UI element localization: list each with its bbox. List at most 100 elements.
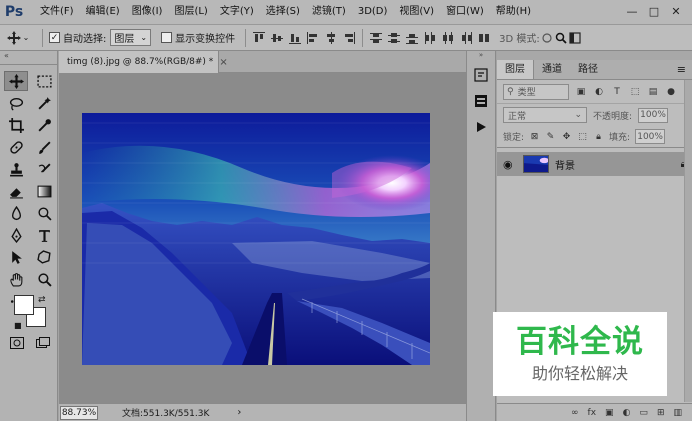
menu-help[interactable]: 帮助(H) — [490, 0, 537, 24]
folder-icon[interactable]: ▭ — [639, 408, 648, 418]
layer-row-background[interactable]: ◉ 背景 🔒︎ — [497, 152, 692, 176]
shape-tool[interactable] — [32, 247, 56, 267]
distribute-top-icon[interactable] — [369, 31, 383, 45]
menu-select[interactable]: 选择(S) — [260, 0, 306, 24]
trash-icon[interactable]: ▥ — [673, 408, 682, 418]
menu-file[interactable]: 文件(F) — [34, 0, 80, 24]
minimize-button[interactable]: — — [622, 3, 642, 19]
quick-mask-icon[interactable] — [10, 337, 24, 349]
search-icon[interactable] — [554, 31, 568, 45]
layer-filter-value: 类型 — [517, 88, 536, 98]
zoom-level-field[interactable]: 88.73% — [60, 405, 98, 420]
close-icon[interactable]: × — [219, 57, 227, 68]
dock-collapse[interactable]: » — [467, 51, 495, 60]
align-top-icon[interactable] — [252, 31, 266, 45]
type-tool[interactable] — [32, 225, 56, 245]
tab-layers[interactable]: 图层 — [497, 60, 534, 79]
menu-edit[interactable]: 编辑(E) — [80, 0, 126, 24]
crop-tool[interactable] — [4, 115, 28, 135]
eye-icon[interactable]: ◉ — [503, 158, 517, 171]
link-icon[interactable]: ∞ — [571, 408, 579, 418]
filter-type-icon[interactable]: T — [611, 86, 623, 98]
align-left-icon[interactable] — [306, 31, 320, 45]
layer-filter-dropdown[interactable]: ⚲ 类型 — [503, 83, 569, 100]
toolbox-collapse[interactable]: « — [0, 51, 57, 65]
auto-align-icon[interactable] — [477, 31, 491, 45]
filter-smart-icon[interactable]: ▤ — [647, 86, 659, 98]
opacity-field[interactable]: 100% — [638, 107, 669, 123]
gradient-tool[interactable] — [32, 181, 56, 201]
move-tool[interactable] — [4, 71, 28, 91]
tab-channels[interactable]: 通道 — [534, 60, 570, 79]
lock-position-icon[interactable]: ✥ — [561, 131, 572, 142]
watermark: 百科全说 助你轻松解决 — [493, 312, 667, 396]
filter-toggle-icon[interactable]: ● — [665, 86, 677, 98]
close-button[interactable]: ✕ — [666, 3, 686, 19]
distribute-hcenter-icon[interactable] — [441, 31, 455, 45]
menu-view[interactable]: 视图(V) — [393, 0, 440, 24]
dodge-tool[interactable] — [32, 203, 56, 223]
blend-mode-dropdown[interactable]: 正常 ⌄ — [503, 107, 587, 123]
filter-pixel-icon[interactable]: ▣ — [575, 86, 587, 98]
eyedropper-tool[interactable] — [32, 115, 56, 135]
quick-select-tool[interactable] — [32, 93, 56, 113]
tool-preset-picker[interactable]: ⌄ — [0, 30, 36, 45]
adjustment-icon[interactable]: ◐ — [623, 408, 631, 418]
lasso-tool[interactable] — [4, 93, 28, 113]
show-transform-checkbox[interactable] — [161, 32, 173, 43]
new-layer-icon[interactable]: ⊞ — [657, 408, 665, 418]
auto-select-dropdown[interactable]: 图层 ⌄ — [110, 29, 152, 46]
align-bottom-icon[interactable] — [288, 31, 302, 45]
3d-rotate-icon[interactable] — [540, 31, 554, 45]
workspace-icon[interactable] — [568, 31, 582, 45]
lock-pixels-icon[interactable]: ✎ — [545, 131, 556, 142]
menu-type[interactable]: 文字(Y) — [214, 0, 260, 24]
filter-shape-icon[interactable]: ⬚ — [629, 86, 641, 98]
healing-brush-tool[interactable] — [4, 137, 28, 157]
menu-3d[interactable]: 3D(D) — [352, 0, 394, 24]
lock-all-icon[interactable]: 🔒︎ — [593, 131, 604, 142]
layers-scrollbar[interactable] — [684, 80, 692, 402]
menu-filter[interactable]: 滤镜(T) — [306, 0, 352, 24]
align-right-icon[interactable] — [342, 31, 356, 45]
mask-icon[interactable]: ▣ — [605, 408, 614, 418]
align-hcenter-icon[interactable] — [324, 31, 338, 45]
hand-tool[interactable] — [4, 269, 28, 289]
menu-image[interactable]: 图像(I) — [126, 0, 169, 24]
default-colors-icon[interactable]: ■ — [14, 321, 22, 330]
play-actions-icon[interactable] — [467, 116, 495, 138]
lock-transparent-icon[interactable]: ⊠ — [529, 131, 540, 142]
eraser-tool[interactable] — [4, 181, 28, 201]
document-tab[interactable]: timg (8).jpg @ 88.7%(RGB/8#) * × — [59, 51, 228, 73]
canvas-area[interactable] — [59, 73, 466, 403]
path-select-tool[interactable] — [4, 247, 28, 267]
chevron-right-icon[interactable]: › — [237, 407, 241, 418]
fill-field[interactable]: 100% — [635, 129, 666, 144]
history-panel-icon[interactable] — [467, 64, 495, 86]
brush-tool[interactable] — [32, 137, 56, 157]
distribute-right-icon[interactable] — [459, 31, 473, 45]
marquee-tool[interactable] — [32, 71, 56, 91]
panel-menu-icon[interactable]: ≡ — [677, 60, 692, 79]
distribute-vcenter-icon[interactable] — [387, 31, 401, 45]
menu-layer[interactable]: 图层(L) — [168, 0, 213, 24]
properties-panel-icon[interactable] — [467, 90, 495, 112]
zoom-tool[interactable] — [32, 269, 56, 289]
blur-tool[interactable] — [4, 203, 28, 223]
pen-tool[interactable] — [4, 225, 28, 245]
auto-select-checkbox[interactable]: ✓ — [49, 32, 60, 43]
tab-paths[interactable]: 路径 — [570, 60, 606, 79]
foreground-color[interactable] — [14, 295, 34, 315]
history-brush-tool[interactable] — [32, 159, 56, 179]
distribute-left-icon[interactable] — [423, 31, 437, 45]
distribute-bottom-icon[interactable] — [405, 31, 419, 45]
screen-mode-icon[interactable] — [36, 337, 50, 349]
align-vcenter-icon[interactable] — [270, 31, 284, 45]
filter-adjustment-icon[interactable]: ◐ — [593, 86, 605, 98]
swap-colors-icon[interactable]: ⇄ — [38, 295, 46, 305]
maximize-button[interactable]: □ — [644, 3, 664, 19]
fx-icon[interactable]: fx — [588, 408, 597, 418]
menu-window[interactable]: 窗口(W) — [440, 0, 490, 24]
lock-artboard-icon[interactable]: ⬚ — [577, 131, 588, 142]
stamp-tool[interactable] — [4, 159, 28, 179]
